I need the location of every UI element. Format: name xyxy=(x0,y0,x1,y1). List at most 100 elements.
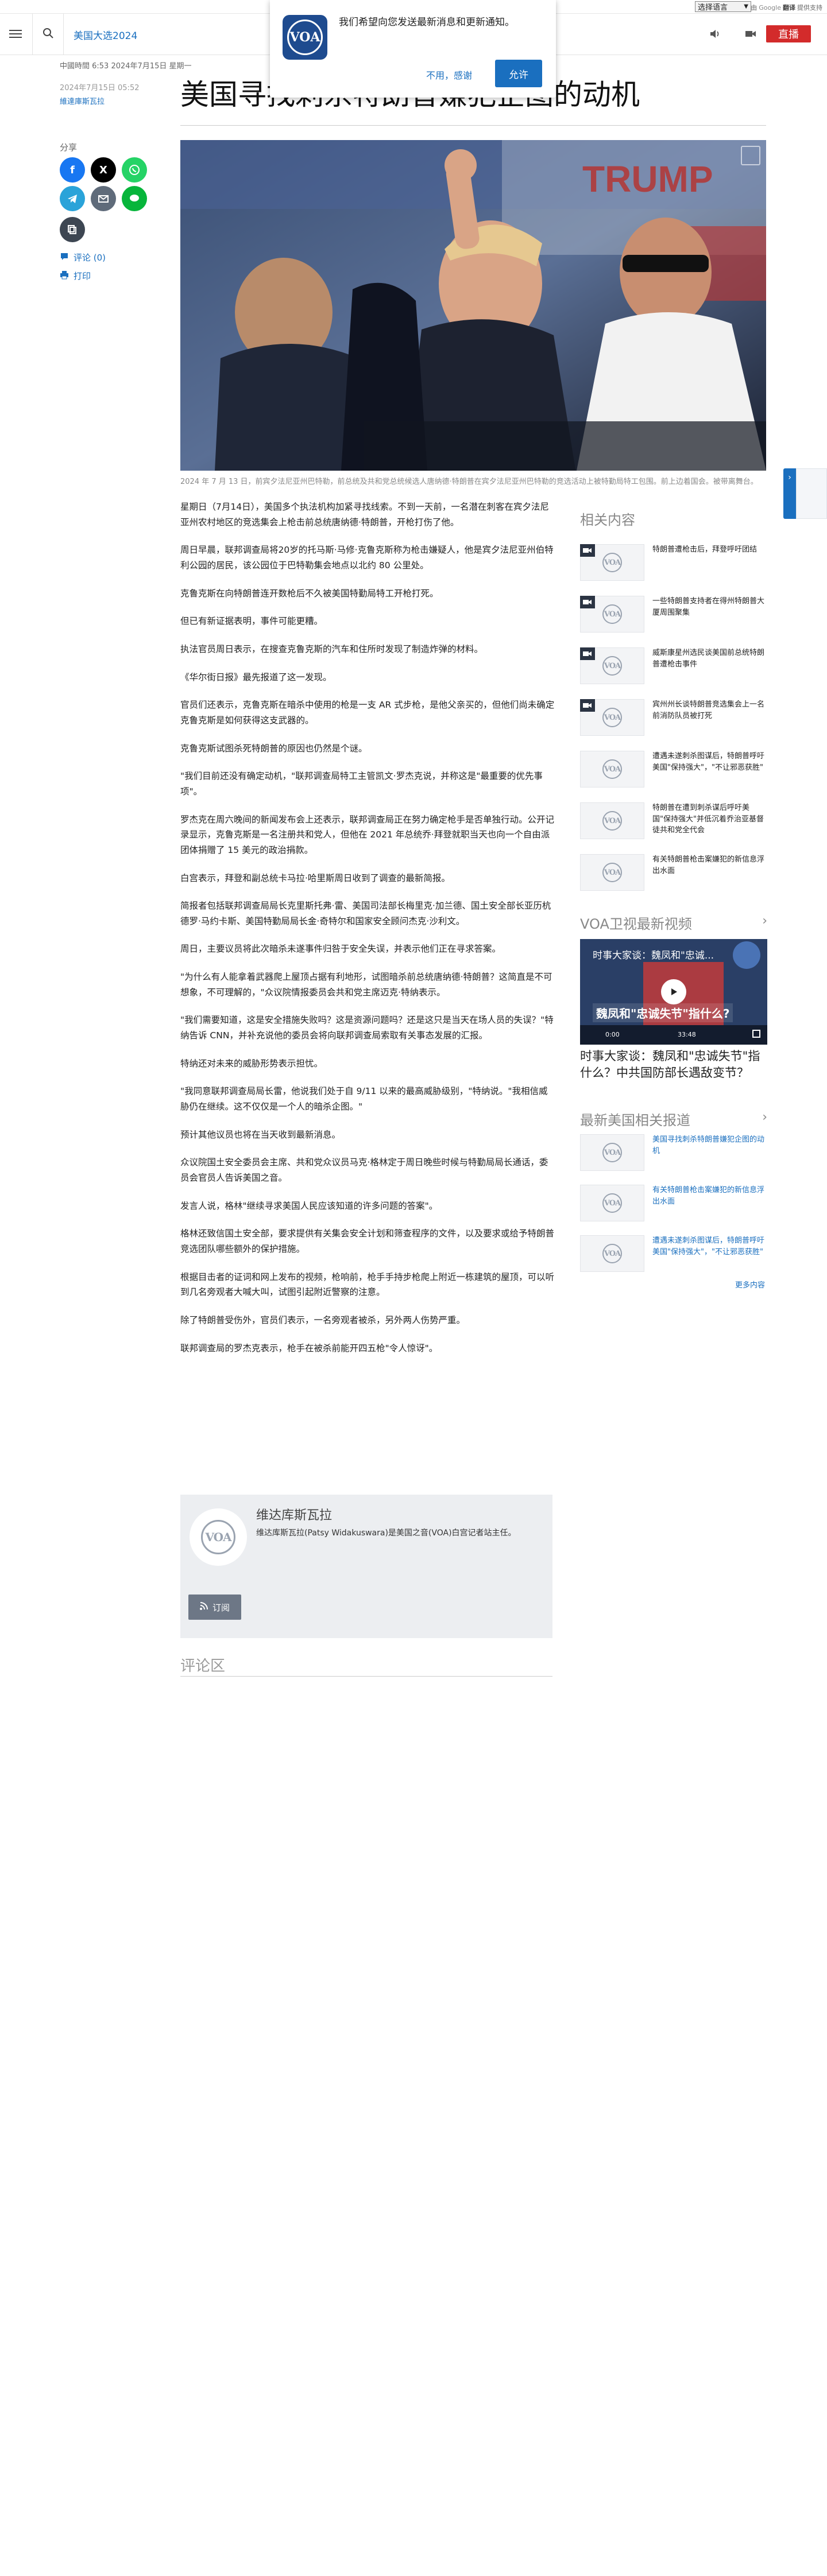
voa-placeholder-icon: VOA xyxy=(602,1193,622,1213)
related-thumbnail: VOA xyxy=(580,802,644,839)
related-item-title: 有关特朗普枪击案嫌犯的新信息浮出水面 xyxy=(652,855,765,875)
subscribe-button[interactable]: 订阅 xyxy=(188,1595,241,1620)
line-share-icon[interactable] xyxy=(122,186,147,211)
rss-icon xyxy=(199,1602,208,1612)
related-item-title: 威斯康星州选民谈美国前总统特朗普遭枪击事件 xyxy=(652,649,765,669)
subscribe-label: 订阅 xyxy=(212,1602,230,1613)
email-share-icon[interactable] xyxy=(91,186,116,211)
chevron-right-icon: › xyxy=(762,1110,767,1124)
voa-placeholder-icon: VOA xyxy=(602,863,622,882)
article-paragraph: 预计其他议员也将在当天收到最新消息。 xyxy=(180,1129,341,1140)
comments-link[interactable]: 评论 (0) xyxy=(60,251,106,263)
video-section-title[interactable]: VOA卫视最新视频 › xyxy=(580,913,767,933)
voa-placeholder-icon: VOA xyxy=(602,1244,622,1263)
article-paragraph: 但已有新证据表明，事件可能更糟。 xyxy=(180,616,323,627)
article-paragraph: "为什么有人能拿着武器爬上屋顶占据有利地形，试图暗杀前总统唐纳德·特朗普？这简直… xyxy=(180,972,552,998)
voa-logo-text: VOA xyxy=(287,20,323,55)
related-item[interactable]: VOA 宾州州长谈特朗普竞选集会上一名前消防队员被打死 xyxy=(580,699,767,736)
translate-link[interactable]: 翻译 xyxy=(783,3,795,12)
latest-title[interactable]: 最新美国相关报道 › xyxy=(580,1109,767,1129)
author-card: VOA 维达库斯瓦拉 维达库斯瓦拉(Patsy Widakuswara)是美国之… xyxy=(180,1495,552,1638)
divider xyxy=(180,1676,552,1677)
video-camera-icon xyxy=(580,699,595,712)
live-button[interactable]: 直播 xyxy=(766,25,811,42)
latest-thumbnail: VOA xyxy=(580,1134,644,1171)
video-camera-icon xyxy=(580,647,595,660)
svg-text:TRUMP: TRUMP xyxy=(582,158,713,200)
telegram-share-icon[interactable] xyxy=(60,186,85,211)
related-item-title: 一些特朗普支持者在得州特朗普大厦周围聚集 xyxy=(652,597,765,617)
translate-powered-by: 由 Google 翻译 提供支持 xyxy=(751,3,822,12)
voa-placeholder-icon: VOA xyxy=(602,708,622,727)
article-paragraph: 简报者包括联邦调查局局长克里斯托弗·雷、美国司法部长梅里克·加兰德、国土安全部长… xyxy=(180,901,551,926)
related-item-title: 特朗普在遭到刺杀谋后呼吁美国"保持强大"并低沉着乔治亚基督徒共和党全代会 xyxy=(652,804,764,835)
video-caption[interactable]: 时事大家谈：魏凤和"忠诚失节"指什么？中共国防部长遇敌变节？ xyxy=(580,1048,767,1082)
search-icon[interactable] xyxy=(42,28,54,39)
header-divider xyxy=(32,14,33,55)
print-link[interactable]: 打印 xyxy=(60,270,91,282)
article-paragraph: 星期日（7月14日），美国多个执法机构加紧寻找线索。不到一天前，一名潜在刺客在宾… xyxy=(180,502,549,527)
latest-title-text: 最新美国相关报道 xyxy=(580,1112,690,1128)
publish-date: 2024年7月15日 05:52 xyxy=(60,84,140,92)
author-name[interactable]: 维达库斯瓦拉 xyxy=(256,1505,332,1523)
voa-placeholder-icon: VOA xyxy=(602,604,622,624)
section-link[interactable]: 美国大选2024 xyxy=(74,28,137,42)
author-link[interactable]: 維達庫斯瓦拉 xyxy=(60,95,105,106)
expand-icon[interactable] xyxy=(741,146,760,165)
article-paragraph: "我们目前还没有确定动机，"联邦调查局特工主管凯文·罗杰克说，并称这是"最重要的… xyxy=(180,771,543,797)
video-camera-icon[interactable] xyxy=(744,28,757,40)
latest-item[interactable]: VOA 遭遇未遂刺杀图谋后，特朗普呼吁美国"保持强大"，"不让邪恶获胜" xyxy=(580,1235,767,1272)
related-item-title: 遭遇未遂刺杀图谋后，特朗普呼吁美国"保持强大"，"不让邪恶获胜" xyxy=(652,752,765,772)
decline-button[interactable]: 不用，感谢 xyxy=(426,68,472,82)
article-paragraph: 执法官员周日表示，在搜查克鲁克斯的汽车和住所时发现了制造炸弹的材料。 xyxy=(180,643,484,654)
hero-photo: TRUMP xyxy=(180,140,766,471)
more-link[interactable]: 更多内容 xyxy=(735,1279,765,1290)
article-paragraph: 发言人说，格林"继续寻求美国人民应该知道的许多问题的答案"。 xyxy=(180,1200,438,1211)
x-share-icon[interactable]: X xyxy=(91,157,116,183)
print-label: 打印 xyxy=(74,271,91,281)
related-item[interactable]: VOA 威斯康星州选民谈美国前总统特朗普遭枪击事件 xyxy=(580,647,767,684)
side-tab-arrow[interactable]: › xyxy=(783,468,796,519)
latest-item[interactable]: VOA 有关特朗普枪击案嫌犯的新信息浮出水面 xyxy=(580,1185,767,1221)
article-paragraph: 周日，主要议员将此次暗杀未遂事件归咎于安全失误，并表示他们正在寻求答案。 xyxy=(180,944,501,955)
photo-caption: 2024 年 7 月 13 日，前宾夕法尼亚州巴特勒，前总统及共和党总统候选人唐… xyxy=(180,478,758,486)
chevron-down-icon: ▼ xyxy=(744,3,748,10)
video-camera-icon xyxy=(580,544,595,557)
language-select-label: 选择语言 xyxy=(698,3,728,12)
related-item[interactable]: VOA 特朗普在遭到刺杀谋后呼吁美国"保持强大"并低沉着乔治亚基督徒共和党全代会 xyxy=(580,802,767,839)
article-paragraph: 特纳还对未来的威胁形势表示担忧。 xyxy=(180,1058,323,1069)
hamburger-menu-icon[interactable] xyxy=(9,28,22,39)
article-paragraph: 根据目击者的证词和网上发布的视频，枪响前，枪手手持步枪爬上附近一栋建筑的屋顶，可… xyxy=(180,1271,555,1298)
article-paragraph: 格林还致信国土安全部，要求提供有关集会安全计划和筛查程序的文件，以及要求或给予特… xyxy=(180,1228,555,1254)
timestamp-small: 中國時間 6:53 2024年7月15日 星期一 xyxy=(60,62,192,71)
related-item[interactable]: VOA 遭遇未遂刺杀图谋后，特朗普呼吁美国"保持强大"，"不让邪恶获胜" xyxy=(580,751,767,787)
voa-placeholder-icon: VOA xyxy=(602,811,622,831)
related-thumbnail: VOA xyxy=(580,751,644,787)
video-player[interactable]: 时事大家谈：魏凤和"忠诚... 魏凤和"忠诚失节"指什么? 0:00 33:48 xyxy=(580,939,767,1045)
header-divider xyxy=(63,14,64,55)
article-paragraph: "我们需要知道，这是安全措施失败吗？这是资源问题吗？还是这只是当天在场人员的失误… xyxy=(180,1015,554,1041)
audio-icon[interactable] xyxy=(709,28,721,40)
allow-button[interactable]: 允许 xyxy=(495,60,542,87)
article-paragraph: 除了特朗普受伤外，官员们表示，一名旁观者被杀，另外两人伤势严重。 xyxy=(180,1314,466,1325)
language-select[interactable]: 选择语言 ▼ xyxy=(695,1,751,12)
latest-thumbnail: VOA xyxy=(580,1235,644,1272)
related-title: 相关内容 xyxy=(580,512,635,528)
powered-prefix: 由 xyxy=(751,4,758,11)
related-item[interactable]: VOA 特朗普遭枪击后，拜登呼吁团结 xyxy=(580,544,767,581)
facebook-share-icon[interactable]: f xyxy=(60,157,85,183)
video-camera-icon xyxy=(580,596,595,608)
divider xyxy=(180,125,766,126)
whatsapp-share-icon[interactable] xyxy=(122,157,147,183)
latest-item[interactable]: VOA 美国寻找刺杀特朗普嫌犯企图的动机 xyxy=(580,1134,767,1171)
copy-link-icon[interactable] xyxy=(60,217,85,242)
related-item[interactable]: VOA 有关特朗普枪击案嫌犯的新信息浮出水面 xyxy=(580,854,767,891)
powered-suffix: 提供支持 xyxy=(797,4,822,11)
video-section-title-text: VOA卫视最新视频 xyxy=(580,916,692,932)
fullscreen-icon[interactable] xyxy=(752,1030,760,1038)
voa-placeholder-icon: VOA xyxy=(602,759,622,779)
play-icon[interactable] xyxy=(661,979,686,1004)
related-item[interactable]: VOA 一些特朗普支持者在得州特朗普大厦周围聚集 xyxy=(580,596,767,633)
push-notification-prompt: VOA 我们希望向您发送最新消息和更新通知。 不用，感谢 允许 xyxy=(270,0,556,98)
related-item-title: 宾州州长谈特朗普竞选集会上一名前消防队员被打死 xyxy=(652,700,765,720)
